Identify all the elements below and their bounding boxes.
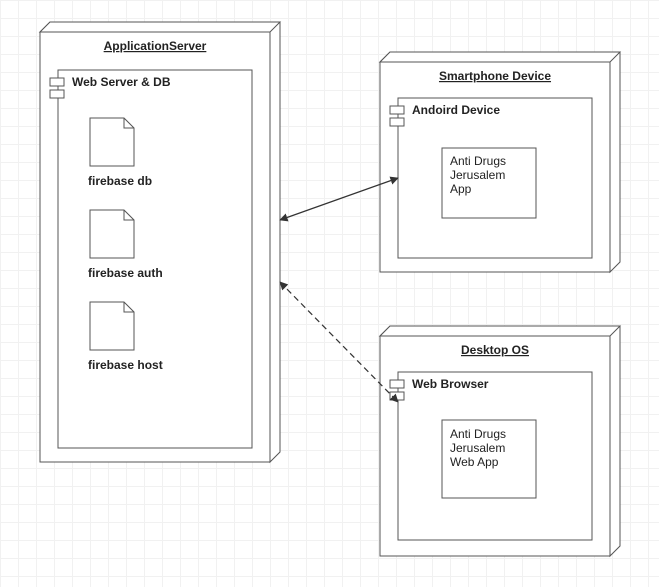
- component-web-server-db: Web Server & DB firebase db firebase aut…: [50, 70, 252, 448]
- artifact-firebase-host-label: firebase host: [88, 358, 163, 372]
- artifact-firebase-db-label: firebase db: [88, 174, 152, 188]
- artifact-anti-drugs-web-app: Anti Drugs Jerusalem Web App: [442, 420, 536, 498]
- component-lug-icon: [390, 380, 404, 388]
- diagram-canvas: ApplicationServer Web Server & DB fireba…: [0, 0, 659, 587]
- node-application-server-title: ApplicationServer: [104, 39, 207, 53]
- node-smartphone-device-title: Smartphone Device: [439, 69, 551, 83]
- node-desktop-os: Desktop OS Web Browser Anti Drugs Jerusa…: [380, 326, 620, 556]
- node-desktop-os-title: Desktop OS: [461, 343, 529, 357]
- component-lug-icon: [50, 90, 64, 98]
- component-lug-icon: [390, 106, 404, 114]
- component-lug-icon: [390, 392, 404, 400]
- component-web-server-db-title: Web Server & DB: [72, 75, 171, 89]
- component-web-browser-title: Web Browser: [412, 377, 489, 391]
- component-web-browser: Web Browser Anti Drugs Jerusalem Web App: [390, 372, 592, 540]
- component-android-device-title: Andoird Device: [412, 103, 500, 117]
- artifact-anti-drugs-app: Anti Drugs Jerusalem App: [442, 148, 536, 218]
- component-lug-icon: [390, 118, 404, 126]
- node-smartphone-device: Smartphone Device Andoird Device Anti Dr…: [380, 52, 620, 272]
- node-application-server: ApplicationServer Web Server & DB fireba…: [40, 22, 280, 462]
- component-lug-icon: [50, 78, 64, 86]
- component-android-device: Andoird Device Anti Drugs Jerusalem App: [390, 98, 592, 258]
- artifact-firebase-auth-label: firebase auth: [88, 266, 163, 280]
